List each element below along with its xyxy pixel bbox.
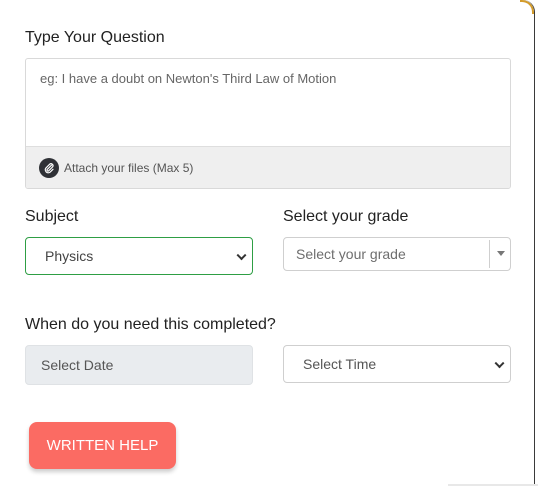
question-form-card: Type Your Question Attach your files (Ma…: [0, 0, 535, 484]
grade-placeholder: Select your grade: [296, 246, 406, 262]
paperclip-icon: [39, 158, 59, 178]
date-picker-input[interactable]: Select Date: [25, 345, 253, 385]
completion-label: When do you need this completed?: [25, 316, 276, 333]
attach-files-label: Attach your files (Max 5): [64, 161, 194, 175]
written-help-button[interactable]: WRITTEN HELP: [29, 422, 176, 469]
time-selected-value: Select Time: [303, 356, 377, 372]
question-input[interactable]: [26, 59, 510, 146]
caret-down-icon[interactable]: [497, 251, 505, 256]
card-corner-accent: [520, 0, 534, 14]
subject-label: Subject: [25, 208, 79, 225]
date-placeholder: Select Date: [41, 357, 114, 373]
subject-select[interactable]: Physics: [25, 237, 253, 275]
grade-select-divider: [489, 240, 490, 268]
attach-files-button[interactable]: Attach your files (Max 5): [26, 146, 510, 188]
subject-selected-value: Physics: [45, 248, 94, 264]
chevron-down-icon: [494, 358, 505, 369]
chevron-down-icon: [236, 250, 247, 261]
time-select[interactable]: Select Time: [283, 345, 511, 383]
question-label: Type Your Question: [25, 29, 165, 46]
question-box: Attach your files (Max 5): [25, 58, 511, 189]
grade-label: Select your grade: [283, 208, 409, 225]
grade-select[interactable]: Select your grade: [283, 237, 511, 271]
